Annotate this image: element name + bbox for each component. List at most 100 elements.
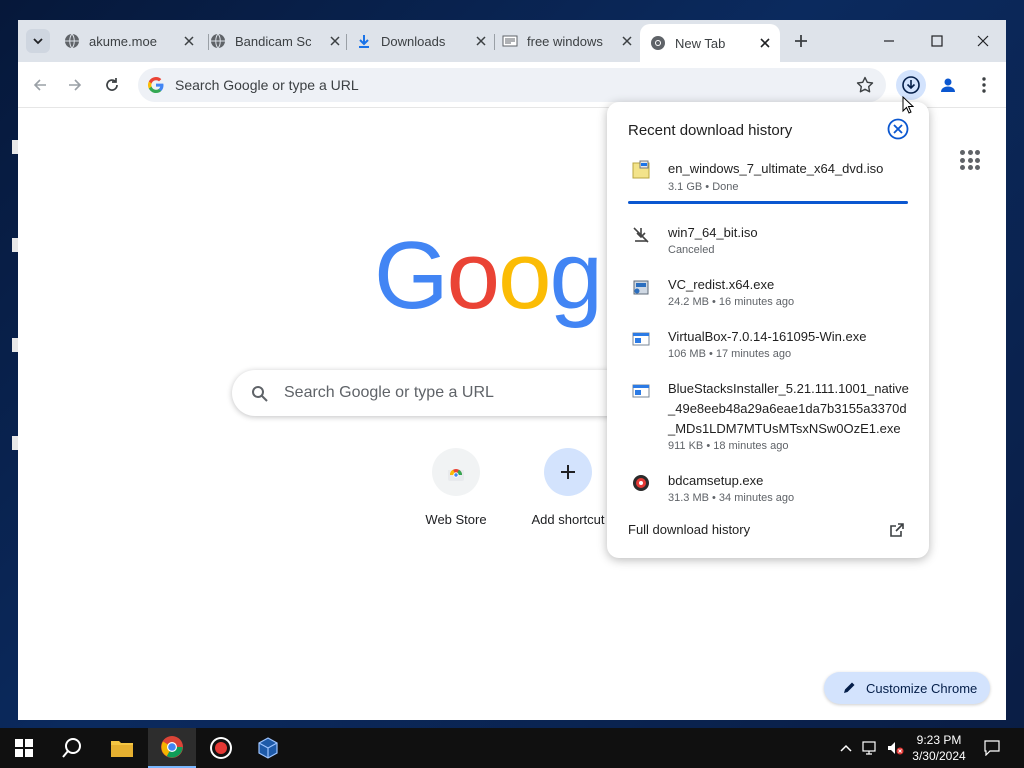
desktop-icon[interactable] (0, 140, 18, 174)
close-circle-icon[interactable] (887, 118, 909, 140)
bandicam-taskbar-button[interactable] (197, 728, 245, 768)
shortcut-tile[interactable] (544, 448, 592, 496)
profile-button[interactable] (934, 71, 962, 99)
full-download-history-link[interactable]: Full download history (628, 522, 750, 537)
exe-window-icon (632, 384, 650, 398)
tab-title: Downloads (381, 33, 446, 49)
maximize-button[interactable] (922, 29, 952, 53)
close-icon[interactable] (474, 34, 488, 48)
new-tab-button[interactable] (790, 30, 812, 52)
virtualbox-taskbar-button[interactable] (244, 728, 292, 768)
chrome-icon (650, 35, 666, 51)
record-icon (210, 737, 232, 759)
taskbar-clock[interactable]: 9:23 PM 3/30/2024 (906, 732, 972, 764)
google-g-icon (148, 77, 164, 93)
taskbar: 9:23 PM 3/30/2024 (0, 728, 1024, 768)
tab-separator (208, 34, 209, 50)
search-icon (252, 386, 268, 402)
logo-letter: o (498, 222, 551, 329)
address-bar-placeholder: Search Google or type a URL (175, 77, 359, 93)
close-icon[interactable] (758, 36, 772, 50)
tab-free-windows[interactable]: free windows (502, 26, 642, 56)
chrome-taskbar-button[interactable] (148, 728, 196, 768)
file-name[interactable]: win7_64_bit.iso (668, 223, 912, 243)
file-explorer-button[interactable] (98, 728, 146, 768)
file-name[interactable]: VirtualBox-7.0.14-161095-Win.exe (668, 327, 912, 347)
tab-bandicam[interactable]: Bandicam Scr (210, 26, 350, 56)
tab-new-tab[interactable]: New Tab (640, 24, 780, 62)
file-name[interactable]: bdcamsetup.exe (668, 471, 912, 491)
tab-title: Bandicam Scr (235, 33, 311, 49)
logo-letter: g (549, 222, 602, 329)
google-apps-icon[interactable] (960, 150, 980, 170)
plus-icon (561, 465, 575, 479)
bookmark-star-icon[interactable] (856, 76, 874, 94)
minimize-button[interactable] (874, 29, 904, 53)
file-name[interactable]: VC_redist.x64.exe (668, 275, 912, 295)
notifications-button[interactable] (980, 728, 1004, 768)
file-status: Canceled (668, 244, 715, 256)
shortcut-tile[interactable] (432, 448, 480, 496)
tab-separator (346, 34, 347, 50)
globe-icon (64, 33, 80, 49)
show-hidden-icons-button[interactable] (836, 728, 856, 768)
desktop-icon[interactable] (0, 238, 18, 272)
close-window-button[interactable] (968, 29, 998, 53)
file-name[interactable]: BlueStacksInstaller_5.21.111.1001_native… (668, 379, 912, 439)
back-button[interactable] (27, 72, 53, 98)
shortcut-web-store[interactable]: Web Store (400, 448, 512, 527)
file-status: 31.3 MB • 34 minutes ago (668, 492, 795, 504)
minimize-icon (884, 40, 894, 42)
clock-time: 9:23 PM (916, 733, 962, 747)
exe-window-icon (632, 332, 650, 346)
page-icon (502, 33, 518, 49)
file-status: 911 KB • 18 minutes ago (668, 440, 789, 452)
folder-icon (111, 741, 133, 757)
chrome-menu-button[interactable] (972, 71, 996, 99)
windows-logo-icon (15, 739, 33, 757)
chrome-icon (161, 736, 183, 758)
tab-title: free windows (527, 33, 603, 49)
start-button[interactable] (0, 728, 48, 768)
chrome-webstore-icon (448, 469, 464, 481)
chevron-down-icon (33, 38, 43, 45)
tab-downloads[interactable]: Downloads (356, 26, 496, 56)
installer-icon (633, 280, 649, 295)
download-circle-icon (902, 76, 920, 94)
volume-muted-icon (888, 742, 904, 755)
logo-letter: G (374, 222, 449, 329)
volume-tray-icon[interactable] (884, 728, 906, 768)
chevron-up-icon (840, 744, 852, 752)
address-bar[interactable]: Search Google or type a URL (138, 68, 886, 102)
download-canceled-icon (633, 227, 649, 243)
virtualbox-icon (258, 737, 278, 759)
network-tray-icon[interactable] (860, 728, 882, 768)
profile-icon (941, 78, 955, 92)
forward-button[interactable] (62, 72, 88, 98)
close-icon[interactable] (620, 34, 634, 48)
close-icon[interactable] (182, 34, 196, 48)
back-arrow-icon (33, 79, 46, 91)
plus-icon (795, 35, 807, 47)
more-vertical-icon (982, 77, 986, 93)
tab-akume[interactable]: akume.moe (64, 26, 204, 56)
customize-chrome-button[interactable]: Customize Chrome (824, 672, 990, 704)
reload-button[interactable] (99, 72, 125, 98)
tab-title: New Tab (675, 35, 726, 51)
download-icon (356, 33, 372, 49)
customize-chrome-label: Customize Chrome (866, 680, 978, 696)
clock-date: 3/30/2024 (912, 749, 966, 763)
globe-icon (210, 33, 226, 49)
logo-letter: o (446, 222, 500, 329)
reload-icon (106, 78, 118, 91)
close-icon[interactable] (328, 34, 342, 48)
notification-icon (984, 740, 1000, 756)
search-button[interactable] (48, 728, 96, 768)
tab-search-button[interactable] (26, 29, 50, 53)
search-placeholder: Search Google or type a URL (284, 384, 494, 401)
open-external-icon[interactable] (889, 522, 905, 538)
desktop-icon[interactable] (0, 338, 18, 372)
file-name[interactable]: en_windows_7_ultimate_x64_dvd.iso (668, 159, 912, 179)
iso-file-icon (632, 160, 650, 179)
desktop-icon[interactable] (0, 436, 18, 470)
